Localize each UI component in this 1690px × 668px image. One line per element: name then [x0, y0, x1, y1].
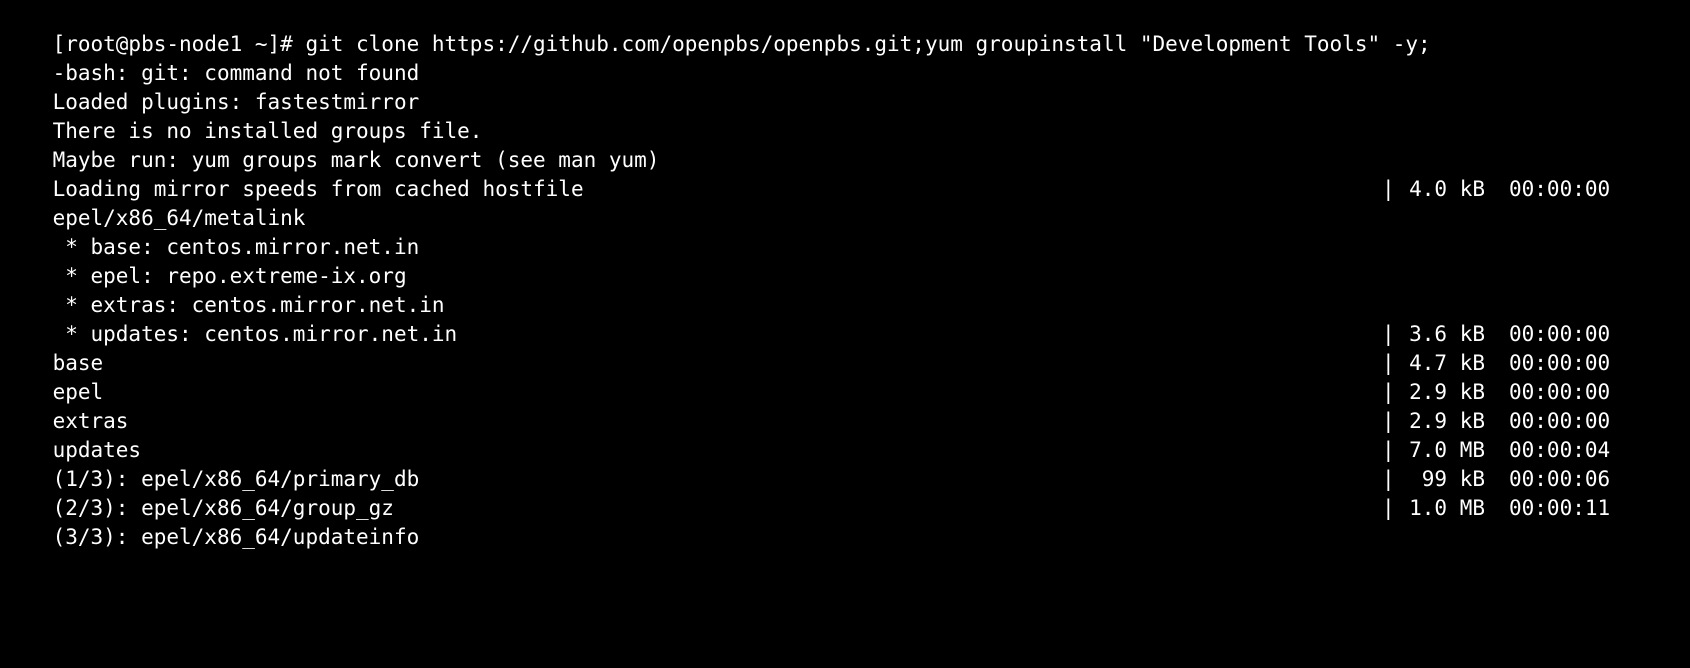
terminal-line: * epel: repo.extreme-ix.org [0, 233, 1690, 288]
terminal-line-download: epel | 4.7 kB 00:00:00 [0, 349, 1690, 404]
terminal-line: * base: centos.mirror.net.in [0, 204, 1690, 259]
terminal-line: Maybe run: yum groups mark convert (see … [0, 117, 1690, 172]
terminal-line: -bash: git: command not found [0, 30, 1690, 85]
download-time: 00:00:00 [1509, 351, 1611, 375]
terminal-line: * extras: centos.mirror.net.in [0, 262, 1690, 317]
download-time: 00:00:06 [1509, 467, 1611, 491]
download-size: 99 kB [1421, 467, 1485, 491]
download-time: 00:00:00 [1509, 409, 1611, 433]
terminal-line-download: epel/x86_64/metalink | 4.0 kB 00:00:00 [0, 175, 1690, 230]
terminal-window[interactable]: [root@pbs-node1 ~]# git clone https://gi… [0, 0, 1690, 549]
terminal-line-command: [root@pbs-node1 ~]# git clone https://gi… [0, 1, 1690, 56]
terminal-line: Loading mirror speeds from cached hostfi… [0, 146, 1690, 201]
download-size: 4.7 kB [1409, 351, 1485, 375]
terminal-line-download: (1/3): epel/x86_64/primary_db | 7.0 MB 0… [0, 436, 1690, 491]
download-size: 2.9 kB [1409, 409, 1485, 433]
terminal-line-download: updates | 2.9 kB 00:00:00 [0, 407, 1690, 462]
terminal-line-download: (3/3): epel/x86_64/updateinfo | 1.0 MB 0… [0, 494, 1690, 549]
terminal-line-download: extras | 2.9 kB 00:00:00 [0, 378, 1690, 433]
terminal-line: * updates: centos.mirror.net.in [0, 291, 1690, 346]
download-size: 1.0 MB [1409, 496, 1485, 520]
download-time: 00:00:00 [1509, 322, 1611, 346]
download-size: 4.0 kB [1409, 177, 1485, 201]
download-time: 00:00:11 [1509, 496, 1611, 520]
download-time: 00:00:00 [1509, 380, 1611, 404]
terminal-line: Loaded plugins: fastestmirror [0, 59, 1690, 114]
terminal-line-download: base | 3.6 kB 00:00:00 [0, 320, 1690, 375]
download-size: 7.0 MB [1409, 438, 1485, 462]
download-time: 00:00:00 [1509, 177, 1611, 201]
download-name: (3/3): epel/x86_64/updateinfo [52, 525, 420, 549]
download-size: 3.6 kB [1409, 322, 1485, 346]
terminal-line: There is no installed groups file. [0, 88, 1690, 143]
terminal-line-download: (2/3): epel/x86_64/group_gz | 99 kB 00:0… [0, 465, 1690, 520]
download-time: 00:00:04 [1509, 438, 1611, 462]
download-size: 2.9 kB [1409, 380, 1485, 404]
